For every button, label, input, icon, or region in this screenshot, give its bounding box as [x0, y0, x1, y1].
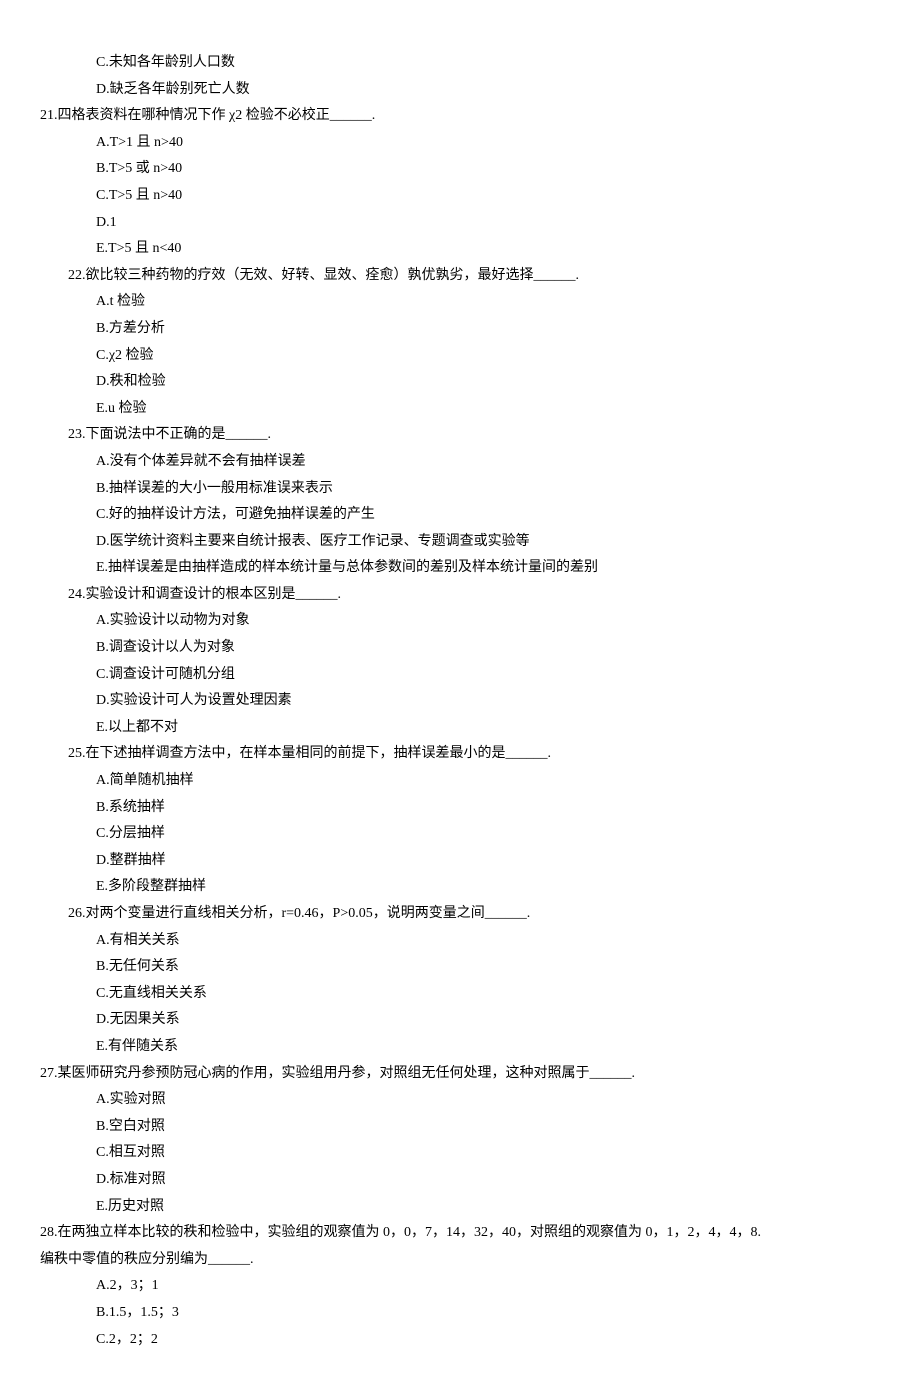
document-line: C.χ2 检验 [40, 343, 880, 370]
document-line: D.1 [40, 210, 880, 237]
document-line: B.调查设计以人为对象 [40, 635, 880, 662]
document-line: B.抽样误差的大小一般用标准误来表示 [40, 476, 880, 503]
document-line: E.有伴随关系 [40, 1034, 880, 1061]
document-line: B.系统抽样 [40, 795, 880, 822]
document-line: A.T>1 且 n>40 [40, 130, 880, 157]
document-line: 25.在下述抽样调查方法中，在样本量相同的前提下，抽样误差最小的是______. [40, 741, 880, 768]
document-line: E.抽样误差是由抽样造成的样本统计量与总体参数间的差别及样本统计量间的差别 [40, 555, 880, 582]
document-line: E.u 检验 [40, 396, 880, 423]
document-line: 24.实验设计和调查设计的根本区别是______. [40, 582, 880, 609]
document-line: 28.在两独立样本比较的秩和检验中，实验组的观察值为 0，0，7，14，32，4… [40, 1220, 880, 1247]
document-line: B.空白对照 [40, 1114, 880, 1141]
document-line: B.方差分析 [40, 316, 880, 343]
document-line: B.1.5，1.5；3 [40, 1300, 880, 1327]
document-line: C.2，2；2 [40, 1327, 880, 1354]
document-line: 21.四格表资料在哪种情况下作 χ2 检验不必校正______. [40, 103, 880, 130]
document-line: D.整群抽样 [40, 848, 880, 875]
document-line: E.历史对照 [40, 1194, 880, 1221]
document-line: C.分层抽样 [40, 821, 880, 848]
document-line: C.相互对照 [40, 1140, 880, 1167]
document-line: A.有相关关系 [40, 928, 880, 955]
document-line: 27.某医师研究丹参预防冠心病的作用，实验组用丹参，对照组无任何处理，这种对照属… [40, 1061, 880, 1088]
document-line: D.无因果关系 [40, 1007, 880, 1034]
document-line: A.实验设计以动物为对象 [40, 608, 880, 635]
document-line: E.T>5 且 n<40 [40, 236, 880, 263]
document-line: 编秩中零值的秩应分别编为______. [40, 1247, 880, 1274]
document-line: B.T>5 或 n>40 [40, 156, 880, 183]
document-line: D.秩和检验 [40, 369, 880, 396]
document-line: 22.欲比较三种药物的疗效（无效、好转、显效、痊愈）孰优孰劣，最好选择_____… [40, 263, 880, 290]
document-line: C.未知各年龄别人口数 [40, 50, 880, 77]
document-line: E.多阶段整群抽样 [40, 874, 880, 901]
document-line: E.以上都不对 [40, 715, 880, 742]
document-line: D.标准对照 [40, 1167, 880, 1194]
document-line: A.t 检验 [40, 289, 880, 316]
document-line: A.实验对照 [40, 1087, 880, 1114]
document-line: A.没有个体差异就不会有抽样误差 [40, 449, 880, 476]
document-line: C.无直线相关关系 [40, 981, 880, 1008]
document-line: 23.下面说法中不正确的是______. [40, 422, 880, 449]
document-line: D.缺乏各年龄别死亡人数 [40, 77, 880, 104]
document-line: A.2，3；1 [40, 1273, 880, 1300]
document-line: C.调查设计可随机分组 [40, 662, 880, 689]
document-line: C.好的抽样设计方法，可避免抽样误差的产生 [40, 502, 880, 529]
document-line: B.无任何关系 [40, 954, 880, 981]
document-line: A.简单随机抽样 [40, 768, 880, 795]
document-line: C.T>5 且 n>40 [40, 183, 880, 210]
document-line: D.实验设计可人为设置处理因素 [40, 688, 880, 715]
document-line: D.医学统计资料主要来自统计报表、医疗工作记录、专题调查或实验等 [40, 529, 880, 556]
document-line: 26.对两个变量进行直线相关分析，r=0.46，P>0.05，说明两变量之间__… [40, 901, 880, 928]
